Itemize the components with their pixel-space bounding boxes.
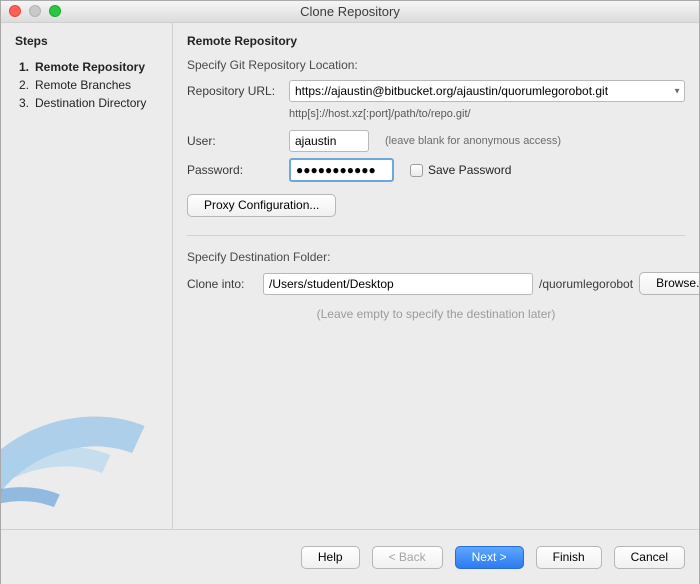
help-button[interactable]: Help: [301, 546, 360, 569]
repo-url-hint: http[s]://host.xz[:port]/path/to/repo.gi…: [289, 108, 685, 120]
window-controls: [9, 5, 61, 17]
save-password-checkbox[interactable]: Save Password: [410, 163, 511, 177]
clone-into-input[interactable]: [263, 273, 533, 295]
steps-list: 1. Remote Repository 2. Remote Branches …: [15, 58, 162, 112]
destination-folder-label: Specify Destination Folder:: [187, 250, 685, 264]
git-location-label: Specify Git Repository Location:: [187, 58, 685, 72]
clone-into-row: Clone into: /quorumlegorobot Browse...: [187, 272, 685, 295]
repo-url-label: Repository URL:: [187, 84, 281, 98]
form-content: Remote Repository Specify Git Repository…: [173, 23, 699, 529]
password-input[interactable]: [289, 158, 394, 182]
step-label: Remote Branches: [35, 76, 131, 94]
save-password-label: Save Password: [428, 163, 511, 177]
user-label: User:: [187, 134, 281, 148]
repo-url-row: Repository URL: ▼: [187, 80, 685, 102]
repo-url-combobox[interactable]: ▼: [289, 80, 685, 102]
finish-button[interactable]: Finish: [536, 546, 602, 569]
step-label: Destination Directory: [35, 94, 146, 112]
next-button[interactable]: Next >: [455, 546, 524, 569]
dialog-footer: Help < Back Next > Finish Cancel: [1, 529, 699, 584]
password-label: Password:: [187, 163, 281, 177]
back-button: < Back: [372, 546, 443, 569]
steps-heading: Steps: [15, 34, 162, 48]
close-window-icon[interactable]: [9, 5, 21, 17]
dialog-body: Steps 1. Remote Repository 2. Remote Bra…: [1, 23, 699, 529]
step-destination-directory: 3. Destination Directory: [15, 94, 162, 112]
user-input[interactable]: [289, 130, 369, 152]
maximize-window-icon[interactable]: [49, 5, 61, 17]
step-remote-branches: 2. Remote Branches: [15, 76, 162, 94]
titlebar: Clone Repository: [1, 1, 699, 23]
content-heading: Remote Repository: [187, 34, 685, 48]
password-row: Password: Save Password: [187, 158, 685, 182]
separator: [187, 235, 685, 236]
checkbox-icon[interactable]: [410, 164, 423, 177]
step-remote-repository: 1. Remote Repository: [15, 58, 162, 76]
proxy-configuration-button[interactable]: Proxy Configuration...: [187, 194, 336, 217]
step-label: Remote Repository: [35, 58, 145, 76]
repo-url-input[interactable]: [289, 80, 685, 102]
clone-into-label: Clone into:: [187, 277, 257, 291]
user-row: User: (leave blank for anonymous access): [187, 130, 685, 152]
decorative-wave-icon: [1, 319, 173, 529]
steps-sidebar: Steps 1. Remote Repository 2. Remote Bra…: [1, 23, 173, 529]
window-title: Clone Repository: [300, 4, 400, 19]
user-hint: (leave blank for anonymous access): [385, 135, 561, 147]
clone-repository-dialog: Clone Repository Steps 1. Remote Reposit…: [0, 0, 700, 584]
destination-hint: (Leave empty to specify the destination …: [187, 307, 685, 321]
browse-button[interactable]: Browse...: [639, 272, 699, 295]
minimize-window-icon: [29, 5, 41, 17]
clone-into-suffix: /quorumlegorobot: [539, 277, 633, 291]
cancel-button[interactable]: Cancel: [614, 546, 685, 569]
